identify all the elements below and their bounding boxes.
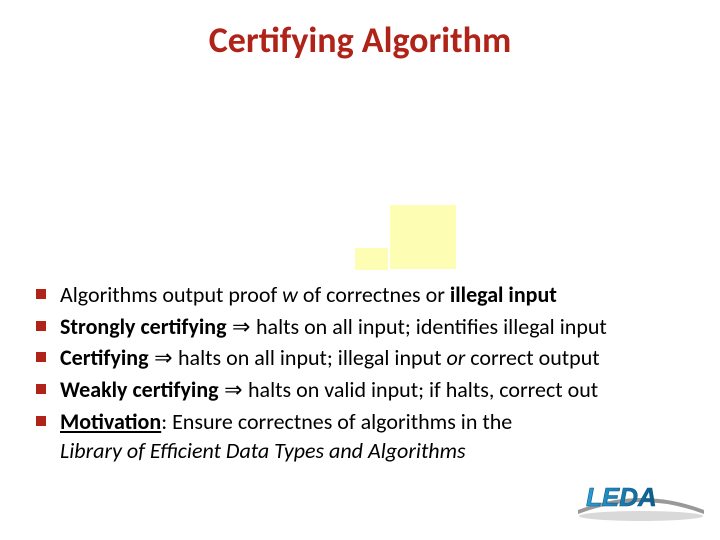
highlight-box-large	[390, 205, 456, 269]
bullet-icon	[36, 416, 46, 426]
highlight-box-small	[355, 248, 388, 270]
list-item: Motivation: Ensure correctnes of algorit…	[32, 407, 692, 466]
list-item: Weakly certifying ⇒ halts on valid input…	[32, 375, 692, 405]
list-item: Algorithms output proof w of correctnes …	[32, 280, 692, 310]
bullet-text: Weakly certifying	[60, 376, 219, 403]
bullet-text: Strongly certifying	[60, 313, 227, 340]
bullet-icon	[36, 289, 46, 299]
bullet-icon	[36, 352, 46, 362]
bullet-text: Library of Efficient Data Types and Algo…	[60, 437, 466, 464]
bullet-text: or	[446, 344, 465, 371]
slide-title: Certifying Algorithm	[0, 18, 720, 62]
list-item: Certifying ⇒ halts on all input; illegal…	[32, 343, 692, 373]
implies-icon: ⇒	[219, 377, 248, 402]
bullet-list: Algorithms output proof w of correctnes …	[32, 280, 692, 468]
bullet-text: Certifying	[60, 344, 149, 371]
implies-icon: ⇒	[227, 314, 256, 339]
bullet-text: halts on all input; illegal input	[178, 344, 446, 371]
leda-logo: LEDA	[576, 476, 706, 522]
bullet-text: correct output	[465, 344, 599, 371]
bullet-text: halts on all input; identifies illegal i…	[256, 313, 607, 340]
bullet-icon	[36, 384, 46, 394]
bullet-text: : Ensure correctnes of algorithms in the	[161, 408, 512, 435]
list-item: Strongly certifying ⇒ halts on all input…	[32, 312, 692, 342]
bullet-text: w	[282, 281, 298, 308]
bullet-text: Motivation	[60, 408, 161, 435]
bullet-text: of correctnes or	[298, 281, 450, 308]
bullet-text: halts on valid input; if halts, correct …	[248, 376, 598, 403]
bullet-text: Algorithms output proof	[60, 281, 282, 308]
bullet-icon	[36, 321, 46, 331]
implies-icon: ⇒	[149, 345, 178, 370]
logo-text: LEDA	[586, 482, 657, 512]
bullet-text: illegal input	[450, 281, 557, 308]
